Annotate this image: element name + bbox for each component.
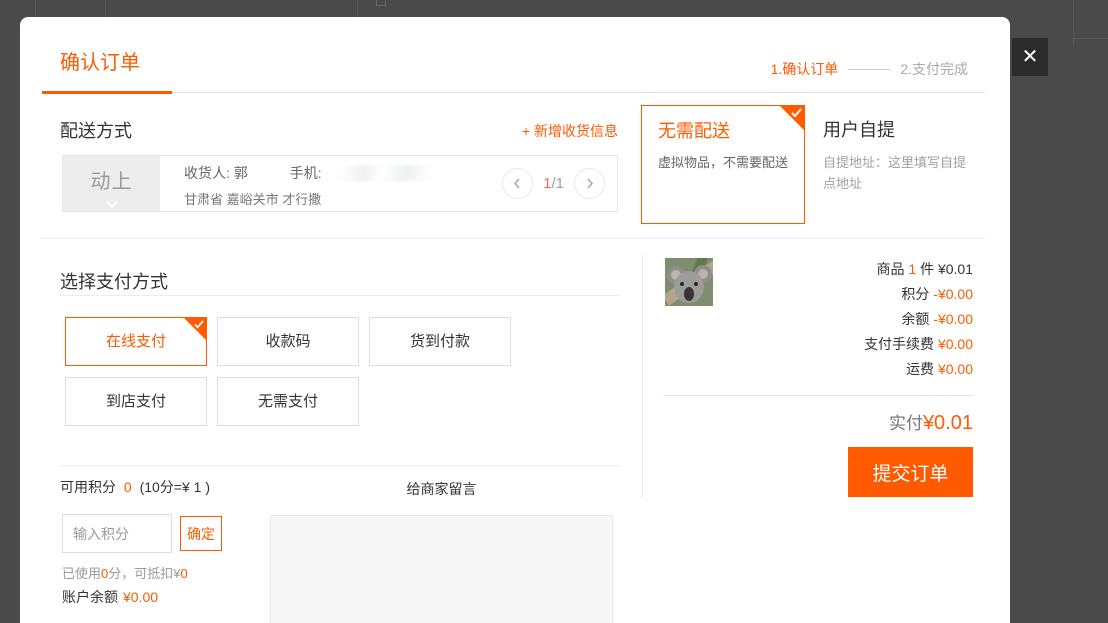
summary-divider xyxy=(663,395,973,396)
phone-number-redacted xyxy=(328,165,448,181)
points-available: 0 xyxy=(124,479,132,495)
close-icon: ✕ xyxy=(1022,47,1039,67)
goods-unit: 件 xyxy=(920,261,934,277)
step-payment-complete: 2.支付完成 xyxy=(900,59,968,79)
confirm-order-modal: 确认订单 1.确认订单 2.支付完成 配送方式 + 新增收货信息 动上 收货人:… xyxy=(20,17,1010,623)
address-pager: 1/1 xyxy=(502,168,605,199)
background-divider xyxy=(1073,38,1108,39)
address-info: 收货人: 郭 手机: 甘肃省 嘉峪关市 才行撒 xyxy=(184,163,448,208)
next-address-button[interactable] xyxy=(574,168,605,199)
payment-option-cod[interactable]: 货到付款 xyxy=(369,317,511,366)
order-summary: 商品 1 件 ¥0.01 积分 -¥0.00 余额 -¥0.00 支付手续费 ¥… xyxy=(720,257,973,382)
background-divider xyxy=(105,0,106,17)
row-value: ¥0.00 xyxy=(938,336,973,352)
check-icon xyxy=(791,108,802,118)
total-label: 实付 xyxy=(889,414,923,433)
row-label: 积分 xyxy=(901,286,929,302)
section-divider xyxy=(40,238,985,239)
chevron-down-icon xyxy=(106,201,118,208)
total-line: 实付¥0.01 xyxy=(663,409,973,435)
address-page-indicator: 1/1 xyxy=(543,175,564,192)
header-divider-accent xyxy=(42,91,172,94)
address-tag-label: 动上 xyxy=(63,165,160,194)
checkout-steps: 1.确认订单 2.支付完成 xyxy=(771,59,968,79)
address-tag-dropdown[interactable]: 动上 xyxy=(63,156,160,211)
submit-order-button[interactable]: 提交订单 xyxy=(848,447,973,497)
close-button[interactable]: ✕ xyxy=(1012,38,1048,76)
background-checkbox-remnant xyxy=(376,0,386,6)
row-value: -¥0.00 xyxy=(933,286,973,302)
summary-balance-row: 余额 -¥0.00 xyxy=(720,307,973,332)
background-divider xyxy=(35,0,36,17)
points-confirm-button[interactable]: 确定 xyxy=(180,516,222,551)
delivery-option-title: 用户自提 xyxy=(823,116,895,142)
points-input[interactable] xyxy=(62,514,172,553)
background-divider xyxy=(357,0,358,17)
payment-option-label: 无需支付 xyxy=(258,393,318,410)
delivery-option-desc: 虚拟物品，不需要配送 xyxy=(658,152,788,171)
points-rate: (10分=¥ 1 ) xyxy=(140,479,210,495)
used-prefix: 已使用 xyxy=(62,566,101,581)
row-label: 支付手续费 xyxy=(864,336,934,352)
merchant-message-textarea[interactable] xyxy=(270,515,613,623)
payment-divider xyxy=(60,295,620,296)
points-divider xyxy=(60,465,620,466)
balance-value: ¥0.00 xyxy=(123,589,158,605)
add-address-link[interactable]: + 新增收货信息 xyxy=(522,121,618,141)
total-value: ¥0.01 xyxy=(923,412,973,434)
address-card[interactable]: 动上 收货人: 郭 手机: 甘肃省 嘉峪关市 才行撒 xyxy=(62,155,618,212)
row-label: 运费 xyxy=(906,361,934,377)
used-deduct: 0 xyxy=(180,566,187,581)
address-region: 甘肃省 嘉峪关市 才行撒 xyxy=(184,189,448,208)
account-balance-line: 账户余额 ¥0.00 xyxy=(62,587,158,607)
payment-option-no-payment[interactable]: 无需支付 xyxy=(217,377,359,426)
payment-section-title: 选择支付方式 xyxy=(60,268,168,294)
used-mid: 分，可抵扣¥ xyxy=(108,566,180,581)
points-label: 可用积分 xyxy=(60,479,116,495)
product-thumbnail-koala xyxy=(665,258,713,306)
payment-option-online[interactable]: 在线支付 xyxy=(65,317,207,366)
goods-label: 商品 xyxy=(876,261,904,277)
row-value: ¥0.00 xyxy=(938,361,973,377)
chevron-right-icon xyxy=(584,178,595,189)
summary-fee-row: 支付手续费 ¥0.00 xyxy=(720,332,973,357)
balance-label: 账户余额 xyxy=(62,589,118,605)
row-label: 余额 xyxy=(901,311,929,327)
check-icon xyxy=(194,320,204,329)
total-pages: 1 xyxy=(556,175,564,192)
goods-amount: ¥0.01 xyxy=(938,261,973,277)
points-used-line: 已使用0分，可抵扣¥0 xyxy=(62,563,188,582)
step-confirm-order: 1.确认订单 xyxy=(771,59,839,79)
payment-option-in-store[interactable]: 到店支付 xyxy=(65,377,207,426)
prev-address-button[interactable] xyxy=(502,168,533,199)
shipping-section-title: 配送方式 xyxy=(60,117,132,143)
row-value: -¥0.00 xyxy=(933,311,973,327)
payment-option-label: 收款码 xyxy=(265,333,310,350)
delivery-option-no-shipping[interactable]: 无需配送 虚拟物品，不需要配送 xyxy=(641,105,805,224)
column-divider xyxy=(642,255,643,498)
merchant-message-label: 给商家留言 xyxy=(270,479,613,499)
modal-title: 确认订单 xyxy=(60,46,140,75)
header-divider xyxy=(42,92,985,93)
chevron-left-icon xyxy=(512,178,523,189)
payment-option-label: 货到付款 xyxy=(410,333,470,350)
phone-label: 手机: xyxy=(290,163,322,183)
receiver-label: 收货人: xyxy=(184,163,230,183)
payment-option-label: 在线支付 xyxy=(106,333,166,350)
summary-points-row: 积分 -¥0.00 xyxy=(720,282,973,307)
summary-shipping-row: 运费 ¥0.00 xyxy=(720,357,973,382)
step-connector-line xyxy=(848,69,890,70)
payment-option-qr-code[interactable]: 收款码 xyxy=(217,317,359,366)
points-title: 可用积分 0 (10分=¥ 1 ) xyxy=(60,477,210,497)
payment-option-label: 到店支付 xyxy=(106,393,166,410)
dimmed-page-overlay: 确认订单 1.确认订单 2.支付完成 配送方式 + 新增收货信息 动上 收货人:… xyxy=(0,0,1108,623)
goods-qty: 1 xyxy=(908,261,916,277)
summary-goods-row: 商品 1 件 ¥0.01 xyxy=(720,257,973,282)
receiver-name: 郭 xyxy=(234,163,248,183)
delivery-option-self-pickup[interactable]: 用户自提 自提地址：这里填写自提点地址 xyxy=(823,114,975,224)
delivery-option-title: 无需配送 xyxy=(658,117,730,143)
delivery-option-desc: 自提地址：这里填写自提点地址 xyxy=(823,152,973,194)
